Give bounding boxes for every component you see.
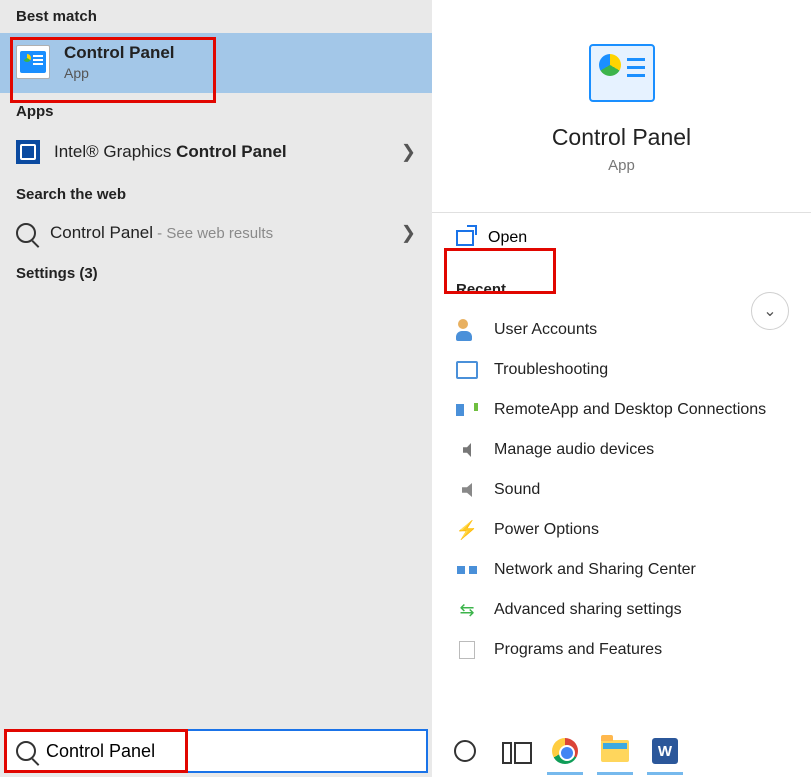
cortana-button[interactable] — [450, 736, 480, 766]
cortana-icon — [454, 740, 476, 762]
hero-title: Control Panel — [432, 124, 811, 151]
best-match-subtitle: App — [64, 65, 175, 81]
taskbar-app-chrome[interactable] — [550, 736, 580, 766]
web-header: Search the web — [0, 176, 432, 211]
apps-header: Apps — [0, 93, 432, 128]
troubleshooting-icon — [456, 359, 478, 381]
chevron-right-icon[interactable]: ❯ — [401, 223, 416, 244]
web-result-item[interactable]: Control Panel - See web results ❯ — [0, 211, 432, 255]
settings-header: Settings (3) — [0, 255, 432, 290]
sound-icon — [456, 479, 478, 501]
programs-icon — [456, 639, 478, 661]
expand-button[interactable]: ⌄ — [751, 292, 789, 330]
taskbar-app-explorer[interactable] — [600, 736, 630, 766]
recent-item-troubleshooting[interactable]: Troubleshooting — [456, 350, 787, 390]
apps-item-intel-graphics[interactable]: Intel® Graphics Control Panel ❯ — [0, 128, 432, 176]
word-icon: W — [652, 738, 678, 764]
recent-item-label: User Accounts — [494, 321, 597, 339]
results-panel: Best match Control Panel App Apps Intel®… — [0, 0, 432, 777]
best-match-header: Best match — [0, 0, 432, 33]
app-hero: Control Panel App — [432, 0, 811, 192]
chevron-right-icon[interactable]: ❯ — [401, 142, 416, 163]
open-label: Open — [488, 229, 527, 247]
chrome-icon — [552, 738, 578, 764]
recent-item-sound[interactable]: Sound — [456, 470, 787, 510]
best-match-texts: Control Panel App — [64, 43, 175, 81]
control-panel-icon — [16, 45, 50, 79]
audio-icon — [456, 439, 478, 461]
search-input[interactable] — [46, 741, 416, 762]
taskbar-search-box[interactable] — [4, 729, 428, 773]
intel-graphics-icon — [16, 140, 40, 164]
web-result-label: Control Panel - See web results — [50, 223, 273, 243]
best-match-item[interactable]: Control Panel App — [0, 33, 432, 93]
recent-item-label: Programs and Features — [494, 641, 662, 659]
recent-header: Recent — [456, 281, 787, 298]
power-icon — [456, 519, 478, 541]
open-icon — [456, 230, 474, 246]
recent-item-remoteapp[interactable]: RemoteApp and Desktop Connections — [456, 390, 787, 430]
recent-item-advanced-sharing[interactable]: Advanced sharing settings — [456, 590, 787, 630]
recent-item-label: Manage audio devices — [494, 441, 654, 459]
recent-item-user-accounts[interactable]: User Accounts — [456, 310, 787, 350]
best-match-title: Control Panel — [64, 43, 175, 63]
recent-item-power-options[interactable]: Power Options — [456, 510, 787, 550]
recent-item-network-sharing[interactable]: Network and Sharing Center — [456, 550, 787, 590]
preview-panel: Control Panel App Open ⌄ Recent User Acc… — [432, 0, 811, 777]
search-icon — [16, 223, 36, 243]
sharing-icon — [456, 599, 478, 621]
network-icon — [456, 559, 478, 581]
recent-item-label: RemoteApp and Desktop Connections — [494, 401, 766, 419]
apps-item-label: Intel® Graphics Control Panel — [54, 142, 287, 162]
recent-item-label: Network and Sharing Center — [494, 561, 696, 579]
file-explorer-icon — [601, 740, 629, 762]
recent-item-label: Power Options — [494, 521, 599, 539]
search-icon — [16, 741, 36, 761]
control-panel-icon — [589, 44, 655, 102]
recent-item-label: Troubleshooting — [494, 361, 608, 379]
remoteapp-icon — [456, 399, 478, 421]
open-action[interactable]: Open — [432, 213, 811, 263]
recent-item-manage-audio[interactable]: Manage audio devices — [456, 430, 787, 470]
recent-item-programs-features[interactable]: Programs and Features — [456, 630, 787, 670]
recent-item-label: Sound — [494, 481, 540, 499]
start-search-window: Best match Control Panel App Apps Intel®… — [0, 0, 811, 777]
user-accounts-icon — [456, 319, 478, 341]
hero-subtitle: App — [432, 157, 811, 174]
recent-block: Recent User Accounts Troubleshooting Rem… — [432, 263, 811, 670]
task-view-button[interactable] — [500, 736, 530, 766]
taskbar-app-word[interactable]: W — [650, 736, 680, 766]
chevron-down-icon: ⌄ — [763, 301, 776, 321]
recent-item-label: Advanced sharing settings — [494, 601, 682, 619]
taskbar: W — [432, 729, 811, 773]
